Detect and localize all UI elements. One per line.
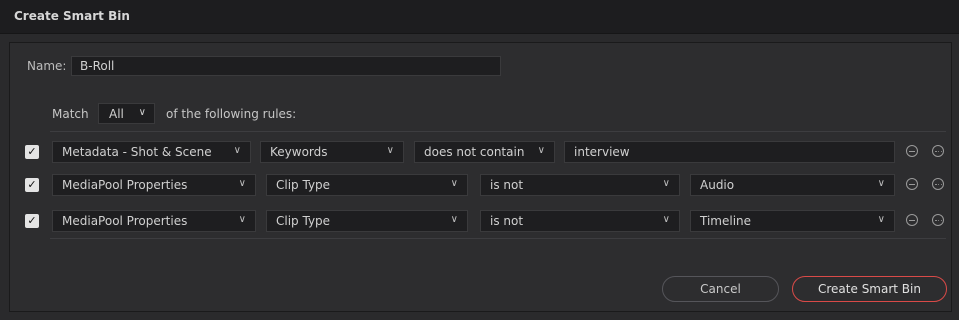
check-icon: ✓ <box>27 145 37 158</box>
rule-field-select[interactable]: Metadata - Shot & Scene ∨ <box>52 141 251 163</box>
rule-field-select[interactable]: MediaPool Properties ∨ <box>52 174 256 196</box>
dialog-title: Create Smart Bin <box>14 9 130 23</box>
chevron-down-icon: ∨ <box>238 214 246 225</box>
rule-row: ✓ MediaPool Properties ∨ Clip Type ∨ is … <box>0 170 959 200</box>
rule-property-select[interactable]: Clip Type ∨ <box>266 210 468 232</box>
match-label: Match <box>52 107 89 121</box>
rule-checkbox[interactable]: ✓ <box>25 145 39 159</box>
more-options-icon[interactable] <box>932 178 944 190</box>
chevron-down-icon: ∨ <box>450 178 458 189</box>
rule-field-select[interactable]: MediaPool Properties ∨ <box>52 210 256 232</box>
chevron-down-icon: ∨ <box>877 178 885 189</box>
chevron-down-icon: ∨ <box>386 145 394 156</box>
rule-field-value: Metadata - Shot & Scene <box>62 145 212 159</box>
rule-property-select[interactable]: Keywords ∨ <box>260 141 404 163</box>
rule-operator-value: does not contain <box>424 145 525 159</box>
create-smart-bin-dialog: Create Smart Bin Name: B-Roll Match All … <box>0 0 959 320</box>
cancel-button[interactable]: Cancel <box>662 276 779 302</box>
rule-field-value: MediaPool Properties <box>62 214 188 228</box>
rule-operator-select[interactable]: is not ∨ <box>480 174 680 196</box>
minus-circle-icon[interactable] <box>906 214 918 226</box>
rules-divider-bottom <box>50 238 946 239</box>
chevron-down-icon: ∨ <box>238 178 246 189</box>
rule-operator-select[interactable]: does not contain ∨ <box>414 141 555 163</box>
more-options-icon[interactable] <box>932 214 944 226</box>
rule-value-select[interactable]: Audio ∨ <box>690 174 895 196</box>
more-options-icon[interactable] <box>932 145 944 157</box>
rule-row: ✓ MediaPool Properties ∨ Clip Type ∨ is … <box>0 206 959 236</box>
check-icon: ✓ <box>27 214 37 227</box>
match-select[interactable]: All ∨ <box>98 103 155 124</box>
rule-value-select[interactable]: Timeline ∨ <box>690 210 895 232</box>
rule-property-value: Keywords <box>270 145 328 159</box>
match-suffix-label: of the following rules: <box>166 107 297 121</box>
rule-operator-value: is not <box>490 214 524 228</box>
rule-property-value: Clip Type <box>276 214 331 228</box>
rule-value-text: Audio <box>700 178 735 192</box>
rule-value-input[interactable]: interview <box>564 141 895 163</box>
check-icon: ✓ <box>27 178 37 191</box>
match-select-value: All <box>109 107 124 121</box>
chevron-down-icon: ∨ <box>877 214 885 225</box>
create-smart-bin-button[interactable]: Create Smart Bin <box>792 276 947 302</box>
rule-value-text: Timeline <box>700 214 752 228</box>
chevron-down-icon: ∨ <box>662 214 670 225</box>
chevron-down-icon: ∨ <box>450 214 458 225</box>
rule-operator-value: is not <box>490 178 524 192</box>
chevron-down-icon: ∨ <box>233 145 241 156</box>
minus-circle-icon[interactable] <box>906 145 918 157</box>
rule-value-text: interview <box>574 145 630 159</box>
minus-circle-icon[interactable] <box>906 178 918 190</box>
rule-property-select[interactable]: Clip Type ∨ <box>266 174 468 196</box>
rule-checkbox[interactable]: ✓ <box>25 214 39 228</box>
dialog-titlebar: Create Smart Bin <box>0 0 959 34</box>
name-input[interactable]: B-Roll <box>71 56 501 76</box>
chevron-down-icon: ∨ <box>537 145 545 156</box>
rule-checkbox[interactable]: ✓ <box>25 178 39 192</box>
rule-row: ✓ Metadata - Shot & Scene ∨ Keywords ∨ d… <box>0 137 959 167</box>
name-label: Name: <box>27 59 67 73</box>
rule-operator-select[interactable]: is not ∨ <box>480 210 680 232</box>
rule-property-value: Clip Type <box>276 178 331 192</box>
rules-divider-top <box>50 131 946 132</box>
chevron-down-icon: ∨ <box>662 178 670 189</box>
chevron-down-icon: ∨ <box>138 107 146 118</box>
rule-field-value: MediaPool Properties <box>62 178 188 192</box>
